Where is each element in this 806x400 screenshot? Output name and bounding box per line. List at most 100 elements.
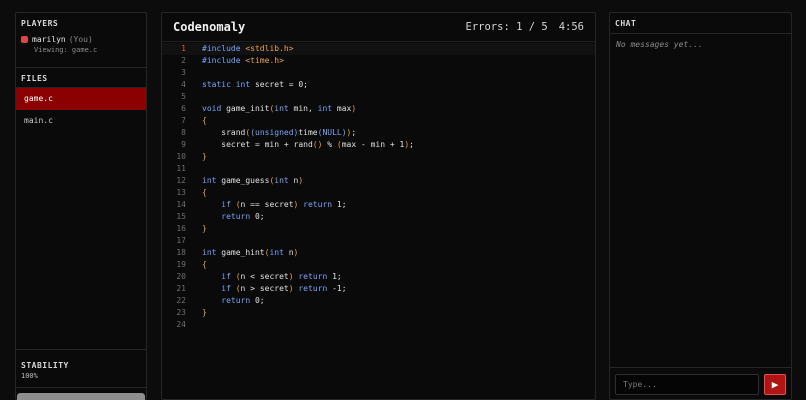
line-number: 4 xyxy=(181,80,186,89)
player-name: marilyn xyxy=(32,35,66,44)
code-line[interactable]: 1 #include <stdlib.h> xyxy=(162,43,595,55)
code-token: srand xyxy=(202,128,246,137)
code-editor: Codenomaly Errors: 1 / 5 4:56 1 #include … xyxy=(161,12,596,400)
code-token: int xyxy=(317,104,337,113)
code-line[interactable]: 23} xyxy=(162,307,595,319)
line-number: 23 xyxy=(176,308,186,317)
code-line[interactable]: 14 if (n == secret) return 1; xyxy=(162,199,595,211)
code-token: int xyxy=(274,176,294,185)
code-line[interactable]: 2 #include <time.h> xyxy=(162,55,595,67)
code-token: if xyxy=(221,200,236,209)
code-line[interactable]: 3 xyxy=(162,67,595,79)
code-line[interactable]: 11 xyxy=(162,163,595,175)
code-token: min, xyxy=(293,104,318,113)
stability-bar xyxy=(16,387,146,400)
code-token: secret = min + rand xyxy=(202,140,313,149)
code-token: max - min + 1 xyxy=(341,140,405,149)
file-main-c[interactable]: main.c xyxy=(16,110,146,132)
line-number: 9 xyxy=(181,140,186,149)
line-number: 8 xyxy=(181,128,186,137)
code-token: { xyxy=(202,260,207,269)
code-token: 1; xyxy=(336,200,347,209)
code-line[interactable]: 24 xyxy=(162,319,595,331)
code-token: game_hint xyxy=(221,248,265,257)
line-number: 14 xyxy=(176,200,186,209)
code-token: { xyxy=(202,116,207,125)
stability-fill xyxy=(17,393,145,400)
code-token: max xyxy=(336,104,352,113)
line-code: static int secret = 0; xyxy=(202,79,308,91)
code-area[interactable]: 1 #include <stdlib.h> 2 #include <time.h> 3 4… xyxy=(162,42,595,331)
code-line[interactable]: 12 int game_guess(int n) xyxy=(162,175,595,187)
player-entry: marilyn (You) Viewing: game.c xyxy=(16,34,146,68)
line-number: 1 xyxy=(181,44,186,53)
code-line[interactable]: 5 xyxy=(162,91,595,103)
line-code: int game_hint(int n) xyxy=(202,247,298,259)
chat-panel: CHAT No messages yet... ▶ xyxy=(609,12,792,400)
code-token: return xyxy=(221,212,255,221)
line-code: } xyxy=(202,307,207,319)
code-token: } xyxy=(202,152,207,161)
chat-input-area: ▶ xyxy=(610,367,791,400)
players-title: PLAYERS xyxy=(21,19,59,28)
file-game-c[interactable]: game.c xyxy=(16,88,146,110)
send-button[interactable]: ▶ xyxy=(764,374,786,395)
code-line[interactable]: 21 if (n > secret) return -1; xyxy=(162,283,595,295)
line-number: 6 xyxy=(181,104,186,113)
left-sidebar: PLAYERS marilyn (You) Viewing: game.c FI… xyxy=(15,12,147,400)
code-token: if xyxy=(221,272,236,281)
line-code: void game_init(int min, int max) xyxy=(202,103,356,115)
line-number: 11 xyxy=(176,164,186,173)
code-token: % xyxy=(322,140,337,149)
code-line[interactable]: 10} xyxy=(162,151,595,163)
code-token: int xyxy=(269,248,289,257)
line-number: 5 xyxy=(181,92,186,101)
code-line[interactable]: 17 xyxy=(162,235,595,247)
code-token: game_init xyxy=(226,104,270,113)
code-token: 0; xyxy=(254,296,265,305)
game-title: Codenomaly xyxy=(173,20,246,34)
line-number: 13 xyxy=(176,188,186,197)
code-line[interactable]: 8 srand((unsigned)time(NULL)); xyxy=(162,127,595,139)
code-token: <stdlib.h> xyxy=(245,44,294,53)
code-line[interactable]: 18 int game_hint(int n) xyxy=(162,247,595,259)
stability-section: STABILITY 100% xyxy=(16,349,146,380)
stability-track xyxy=(17,393,145,400)
files-title: FILES xyxy=(16,68,146,88)
line-number: 17 xyxy=(176,236,186,245)
code-token: void xyxy=(202,104,227,113)
code-token: return xyxy=(293,272,333,281)
code-token: #include xyxy=(202,56,246,65)
line-code: int game_guess(int n) xyxy=(202,175,303,187)
code-line[interactable]: 9 secret = min + rand() % (max - min + 1… xyxy=(162,139,595,151)
code-token: return xyxy=(293,284,333,293)
chat-empty-message: No messages yet... xyxy=(616,40,703,49)
send-icon: ▶ xyxy=(771,378,779,391)
code-line[interactable]: 4 static int secret = 0; xyxy=(162,79,595,91)
chat-input[interactable] xyxy=(615,374,759,395)
code-line[interactable]: 22 return 0; xyxy=(162,295,595,307)
line-code: } xyxy=(202,151,207,163)
code-line[interactable]: 16} xyxy=(162,223,595,235)
line-number: 16 xyxy=(176,224,186,233)
code-line[interactable]: 15 return 0; xyxy=(162,211,595,223)
code-token: return xyxy=(221,296,255,305)
code-line[interactable]: 6 void game_init(int min, int max) xyxy=(162,103,595,115)
code-line[interactable]: 7{ xyxy=(162,115,595,127)
line-code: { xyxy=(202,115,207,127)
code-line[interactable]: 19 { xyxy=(162,259,595,271)
line-code: #include <time.h> xyxy=(202,55,284,67)
line-code: return 0; xyxy=(202,295,265,307)
code-line[interactable]: 20 if (n < secret) return 1; xyxy=(162,271,595,283)
stability-value: 100% xyxy=(21,372,38,380)
line-number: 10 xyxy=(176,152,186,161)
line-code: { xyxy=(202,187,207,199)
code-token: int xyxy=(202,248,222,257)
code-token: 1; xyxy=(332,272,342,281)
code-line[interactable]: 13 { xyxy=(162,187,595,199)
line-code: secret = min + rand() % (max - min + 1); xyxy=(202,139,414,151)
line-code: { xyxy=(202,259,207,271)
